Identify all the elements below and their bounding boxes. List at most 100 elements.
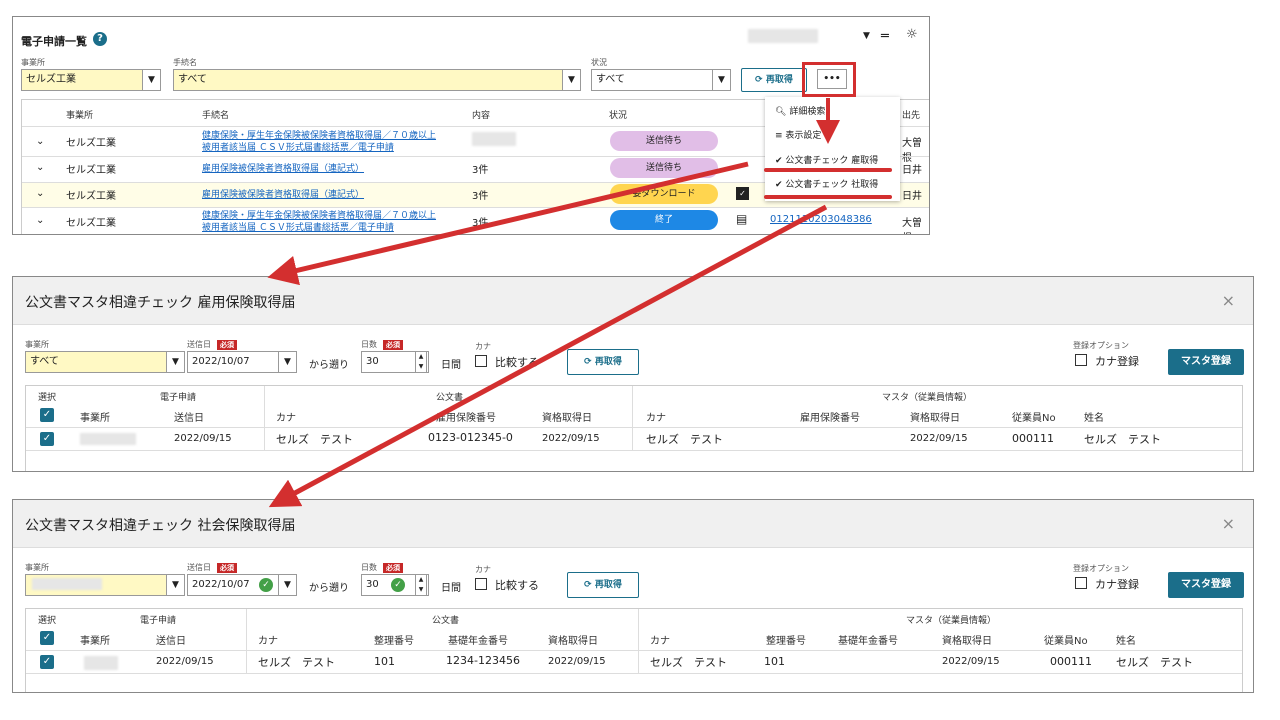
- col-header-kana: カナ: [276, 413, 296, 424]
- status-select[interactable]: すべて ▼: [591, 69, 731, 91]
- compare-checkbox[interactable]: [475, 355, 487, 367]
- row-edge: 大曽根: [902, 138, 922, 164]
- procedure-select[interactable]: すべて ▼: [173, 69, 581, 91]
- chevron-down-icon: ▼: [562, 70, 580, 90]
- document-check-icon[interactable]: ✓: [736, 187, 749, 200]
- chevron-down-icon: ▼: [166, 352, 184, 372]
- office-select[interactable]: すべて ▼: [25, 351, 185, 373]
- master-register-button[interactable]: マスタ登録: [1168, 349, 1244, 375]
- sent-date-select[interactable]: 2022/10/07 ▼: [187, 351, 297, 373]
- row-name: セルズ テスト: [1116, 656, 1193, 669]
- status-badge: 要ダウンロード: [610, 184, 718, 204]
- menu-icon[interactable]: ═: [881, 29, 889, 44]
- office-select[interactable]: セルズ工業 ▼: [21, 69, 161, 91]
- row-emp-no: 000111: [1012, 432, 1054, 445]
- row-checkbox[interactable]: ✓: [40, 432, 54, 446]
- col-header-m-kana: カナ: [650, 636, 670, 647]
- row-office-blurred: [80, 433, 136, 445]
- office-select-value: セルズ工業: [26, 74, 76, 85]
- user-name-blurred: [748, 29, 818, 43]
- row-procedure-link[interactable]: 雇用保険被保険者資格取得届（連記式）: [202, 161, 364, 174]
- kana-label: カナ: [475, 342, 491, 351]
- status-badge: 送信待ち: [610, 158, 718, 178]
- row-arrival-number[interactable]: 0121110203048386: [770, 214, 872, 225]
- menu-item-label: 公文書チェック 社取得: [785, 180, 879, 190]
- row-divider: [26, 427, 1242, 428]
- back-label: から遡り: [309, 583, 349, 594]
- sent-date-label: 送信日 必須: [187, 339, 237, 350]
- comparison-table: 選択 電子申請 公文書 マスタ（従業員情報） ✓ 事業所 送信日 カナ 雇用保険…: [25, 385, 1243, 471]
- compare-checkbox[interactable]: [475, 578, 487, 590]
- menu-item-check-employment[interactable]: ✔ 公文書チェック 雇取得: [775, 153, 878, 166]
- row-kana: セルズ テスト: [276, 433, 353, 446]
- days-label: 日数 必須: [361, 339, 403, 350]
- select-all-checkbox[interactable]: ✓: [40, 408, 54, 422]
- close-icon[interactable]: ×: [1222, 514, 1235, 533]
- row-pension: 1234-123456: [446, 654, 520, 667]
- group-divider: [246, 609, 247, 673]
- row-procedure-link-2[interactable]: 被用者該当届 ＣＳＶ形式届書総括票／電子申請: [202, 220, 394, 233]
- procedure-select-value: すべて: [178, 74, 207, 85]
- row-procedure-link-2[interactable]: 被用者該当届 ＣＳＶ形式届書総括票／電子申請: [202, 140, 394, 153]
- select-all-checkbox[interactable]: ✓: [40, 631, 54, 645]
- days-stepper[interactable]: ▲ ▼: [415, 574, 427, 596]
- kana-register-checkbox[interactable]: [1075, 354, 1087, 366]
- close-icon[interactable]: ×: [1222, 291, 1235, 310]
- help-icon[interactable]: ?: [93, 32, 107, 46]
- dialog-title: 公文書マスタ相違チェック 雇用保険取得届: [25, 295, 296, 311]
- dropdown-icon[interactable]: ▼: [863, 31, 870, 41]
- col-header-m-ins: 雇用保険番号: [800, 413, 860, 424]
- office-select[interactable]: ▼: [25, 574, 185, 596]
- check-icon: ✔: [775, 180, 783, 190]
- expand-chevron-icon[interactable]: ⌄: [36, 136, 44, 147]
- days-unit: 日間: [441, 583, 461, 594]
- col-header-kana: カナ: [258, 636, 278, 647]
- search-icon: 🔍︎: [775, 107, 787, 117]
- highlight-more-button: [802, 62, 856, 97]
- comparison-table: 選択 電子申請 公文書 マスタ（従業員情報） ✓ 事業所 送信日 カナ 整理番号…: [25, 608, 1243, 692]
- row-office: セルズ工業: [66, 165, 116, 176]
- menu-item-check-social[interactable]: ✔ 公文書チェック 社取得: [775, 177, 878, 190]
- expand-chevron-icon[interactable]: ⌄: [36, 188, 44, 199]
- refresh-button[interactable]: ⟳ 再取得: [741, 68, 807, 92]
- col-header-sent: 送信日: [174, 413, 204, 424]
- refresh-icon: ⟳: [755, 75, 763, 85]
- row-m-kana: セルズ テスト: [650, 656, 727, 669]
- refresh-button[interactable]: ⟳ 再取得: [567, 349, 639, 375]
- col-header-acq: 資格取得日: [548, 636, 598, 647]
- valid-check-icon: ✓: [391, 578, 405, 592]
- chevron-down-icon: ▼: [278, 352, 296, 372]
- col-header-m-acq: 資格取得日: [910, 413, 960, 424]
- kana-label: カナ: [475, 565, 491, 574]
- page-title: 電子申請一覧: [21, 35, 87, 48]
- comment-icon[interactable]: ▤: [736, 212, 747, 226]
- group-master: マスタ（従業員情報）: [882, 393, 973, 403]
- office-filter-label: 事業所: [21, 58, 45, 67]
- kana-register-checkbox[interactable]: [1075, 577, 1087, 589]
- row-divider: [26, 673, 1242, 674]
- expand-chevron-icon[interactable]: ⌄: [36, 215, 44, 226]
- col-header-acq: 資格取得日: [542, 413, 592, 424]
- required-badge: 必須: [217, 563, 237, 573]
- bulb-icon[interactable]: ☼: [906, 27, 918, 42]
- days-stepper[interactable]: ▲ ▼: [415, 351, 427, 373]
- col-header-m-kana: カナ: [646, 413, 666, 424]
- row-edge: 日井: [902, 191, 922, 202]
- required-badge: 必須: [383, 563, 403, 573]
- menu-item-detail-search[interactable]: 🔍︎ 詳細検索: [775, 104, 825, 117]
- group-select: 選択: [38, 616, 57, 626]
- row-office: セルズ工業: [66, 191, 116, 202]
- sent-date-select[interactable]: 2022/10/07 ▼: [187, 574, 297, 596]
- row-kana: セルズ テスト: [258, 656, 335, 669]
- refresh-button[interactable]: ⟳ 再取得: [567, 572, 639, 598]
- menu-item-display-settings[interactable]: ≡ 表示設定: [775, 128, 821, 141]
- master-register-button[interactable]: マスタ登録: [1168, 572, 1244, 598]
- row-checkbox[interactable]: ✓: [40, 655, 54, 669]
- row-procedure-link[interactable]: 雇用保険被保険者資格取得届（連記式）: [202, 187, 364, 200]
- col-header-pension: 基礎年金番号: [448, 636, 508, 647]
- e-application-list-panel: 電子申請一覧 ? ▼ ═ ☼ 事業所 セルズ工業 ▼ 手続名 すべて ▼ 状況 …: [12, 16, 930, 235]
- row-edge: 大曽根: [902, 218, 922, 234]
- dialog-employment-check: 公文書マスタ相違チェック 雇用保険取得届 × 事業所 すべて ▼ 送信日 必須 2…: [12, 276, 1254, 472]
- expand-chevron-icon[interactable]: ⌄: [36, 162, 44, 173]
- status-select-value: すべて: [596, 74, 625, 85]
